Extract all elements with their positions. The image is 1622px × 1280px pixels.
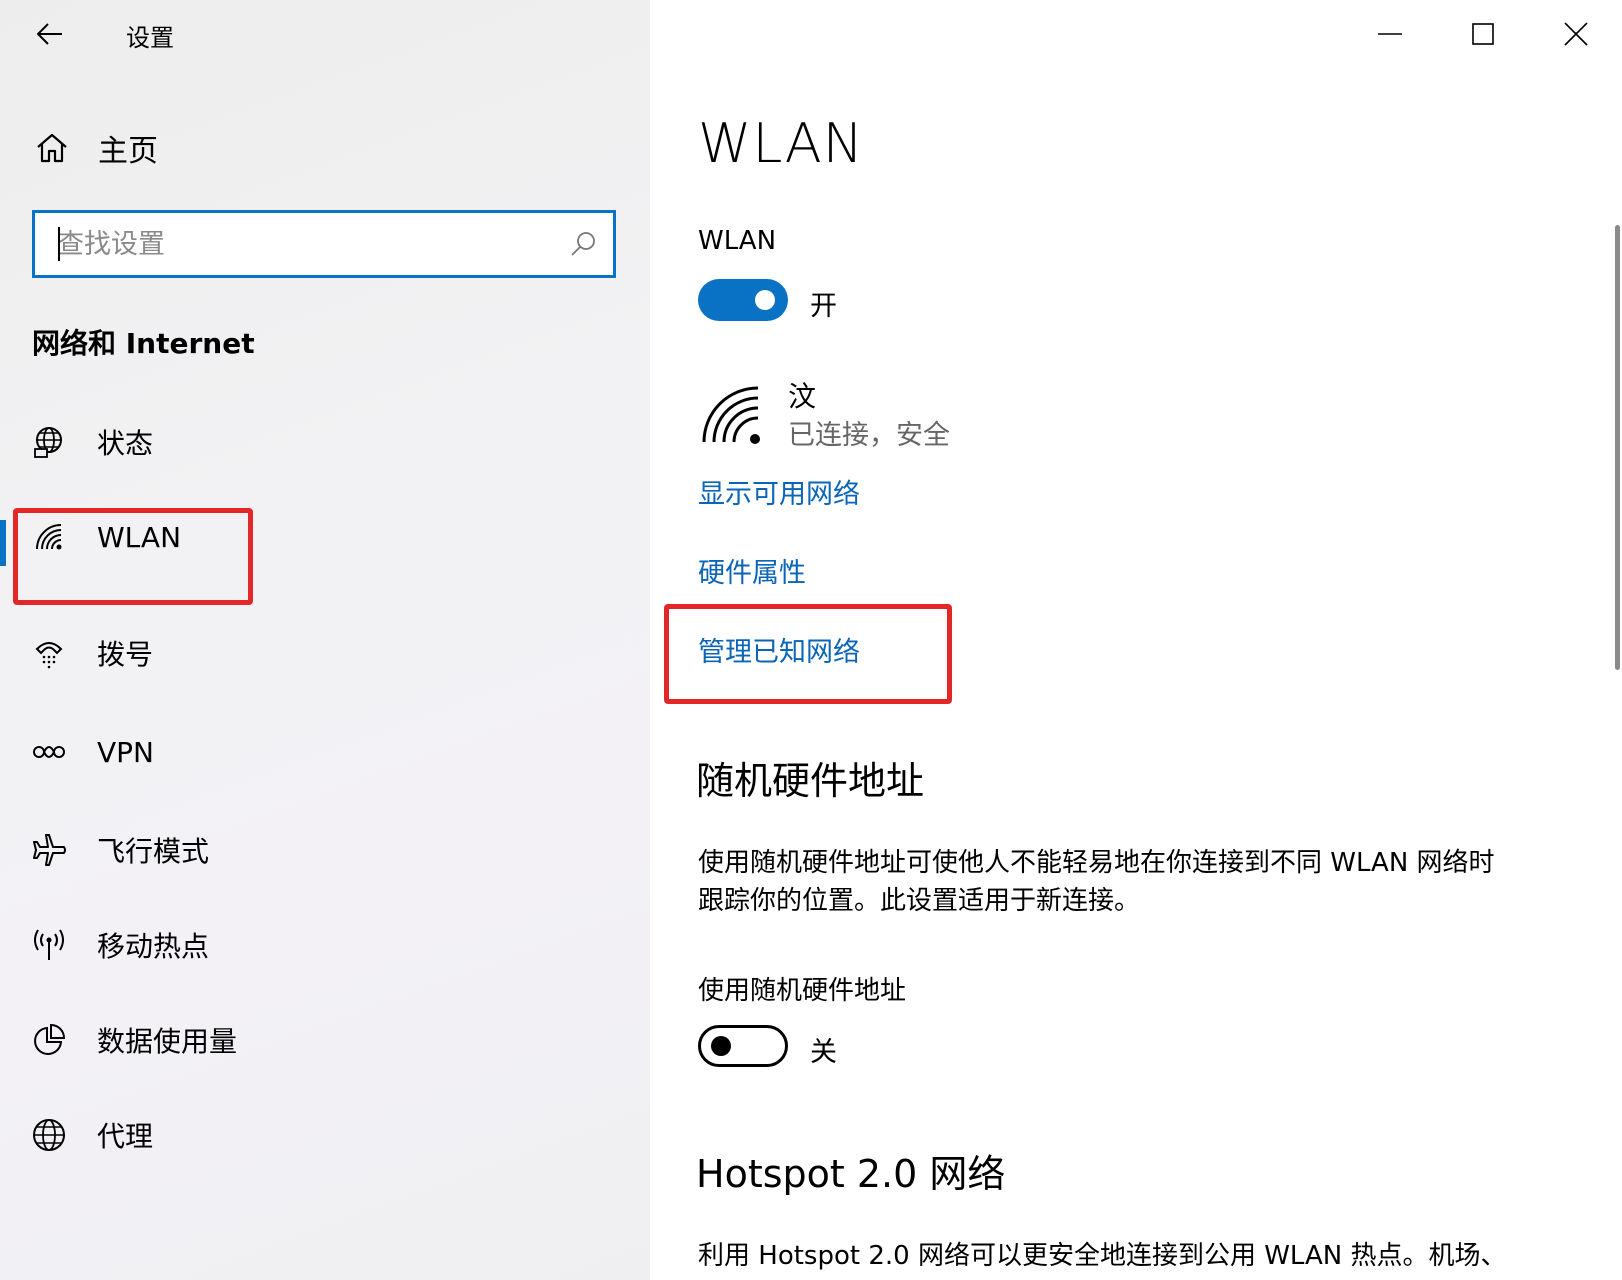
random-mac-heading: 随机硬件地址 <box>696 759 925 803</box>
search-box[interactable] <box>32 210 616 278</box>
wlan-toggle-state: 开 <box>810 291 837 322</box>
main-panel: WLAN WLAN 开 汶 已连接，安全 显示可用网络 硬件属性 管理已知网络 … <box>650 0 1622 1280</box>
toggle-knob <box>755 290 775 310</box>
sidebar-item-vpn[interactable]: VPN <box>0 715 650 789</box>
close-button[interactable] <box>1536 8 1616 60</box>
dialup-icon <box>28 632 70 674</box>
random-mac-toggle[interactable] <box>698 1025 788 1067</box>
home-nav-item[interactable]: 主页 <box>28 120 588 176</box>
sidebar: 设置 主页 网络和 Internet 状态 WLAN 拨号 <box>0 0 650 1280</box>
hardware-properties-link[interactable]: 硬件属性 <box>698 551 806 590</box>
wlan-toggle-label: WLAN <box>698 226 777 256</box>
sidebar-item-label: 移动热点 <box>97 930 210 963</box>
description-line: 跟踪你的位置。此设置适用于新连接。 <box>698 886 1141 916</box>
close-icon <box>1564 22 1588 46</box>
random-mac-description: 使用随机硬件地址可使他人不能轻易地在你连接到不同 WLAN 网络时 跟踪你的位置… <box>698 844 1578 920</box>
sidebar-item-wlan[interactable]: WLAN <box>0 500 650 574</box>
toggle-knob <box>711 1036 731 1056</box>
search-input[interactable] <box>35 213 553 275</box>
sidebar-item-hotspot[interactable]: 移动热点 <box>0 908 650 982</box>
random-mac-toggle-state: 关 <box>810 1037 837 1068</box>
back-arrow-icon <box>37 23 62 45</box>
data-usage-icon <box>28 1019 70 1061</box>
globe-status-icon <box>28 421 70 463</box>
sidebar-item-data-usage[interactable]: 数据使用量 <box>0 1003 650 1077</box>
sidebar-item-label: WLAN <box>97 520 182 554</box>
hotspot-icon <box>28 924 70 966</box>
maximize-button[interactable] <box>1443 8 1523 60</box>
home-icon <box>28 124 76 172</box>
airplane-icon <box>28 829 70 871</box>
sidebar-item-label: VPN <box>97 735 154 769</box>
home-label: 主页 <box>98 134 158 169</box>
scrollbar-thumb[interactable] <box>1615 225 1620 670</box>
vpn-icon <box>28 731 70 773</box>
description-line: 使用随机硬件地址可使他人不能轻易地在你连接到不同 WLAN 网络时 <box>698 848 1495 878</box>
network-status: 已连接，安全 <box>788 420 950 451</box>
manage-known-networks-link[interactable]: 管理已知网络 <box>698 630 860 669</box>
search-icon[interactable] <box>553 230 613 258</box>
wifi-icon <box>28 516 70 558</box>
section-title: 网络和 Internet <box>32 327 255 360</box>
back-button[interactable] <box>28 14 72 54</box>
maximize-icon <box>1472 23 1494 45</box>
sidebar-item-label: 数据使用量 <box>97 1025 238 1058</box>
page-title: WLAN <box>698 112 865 175</box>
random-mac-toggle-label: 使用随机硬件地址 <box>698 976 907 1006</box>
sidebar-item-label: 状态 <box>97 427 154 460</box>
wifi-signal-icon <box>702 386 760 444</box>
sidebar-item-label: 拨号 <box>97 638 154 671</box>
sidebar-item-dialup[interactable]: 拨号 <box>0 616 650 690</box>
hotspot-heading: Hotspot 2.0 网络 <box>696 1152 1006 1196</box>
sidebar-item-label: 代理 <box>97 1120 154 1153</box>
minimize-icon <box>1378 33 1402 35</box>
wlan-toggle[interactable] <box>698 279 788 321</box>
hotspot-description: 利用 Hotspot 2.0 网络可以更安全地连接到公用 WLAN 热点。机场、 <box>698 1241 1507 1271</box>
sidebar-item-airplane[interactable]: 飞行模式 <box>0 813 650 887</box>
text-caret <box>58 227 60 261</box>
show-available-networks-link[interactable]: 显示可用网络 <box>698 472 860 511</box>
network-name[interactable]: 汶 <box>788 375 816 415</box>
globe-icon <box>28 1114 70 1156</box>
app-title: 设置 <box>126 24 174 52</box>
sidebar-item-proxy[interactable]: 代理 <box>0 1098 650 1172</box>
sidebar-item-status[interactable]: 状态 <box>0 405 650 479</box>
minimize-button[interactable] <box>1350 8 1430 60</box>
sidebar-item-label: 飞行模式 <box>97 835 210 868</box>
